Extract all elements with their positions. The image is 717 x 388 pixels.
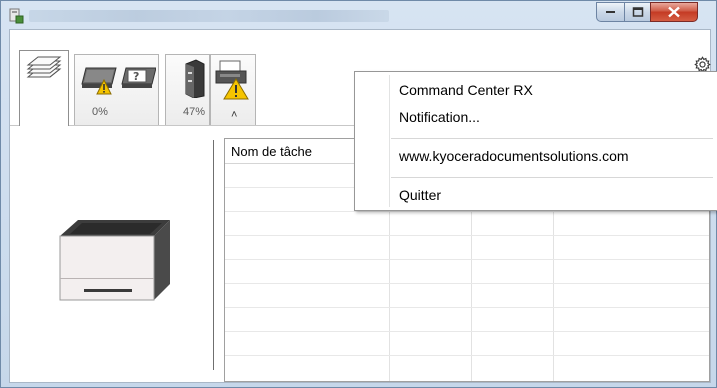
table-row bbox=[225, 211, 709, 212]
table-row bbox=[225, 331, 709, 332]
stack-of-paper-icon bbox=[26, 56, 62, 78]
table-row bbox=[225, 283, 709, 284]
close-icon bbox=[668, 6, 680, 18]
tab-toner[interactable]: 47% bbox=[165, 54, 210, 126]
table-row bbox=[225, 235, 709, 236]
pane-splitter[interactable] bbox=[213, 140, 214, 370]
svg-text:?: ? bbox=[133, 70, 139, 83]
menu-separator bbox=[391, 138, 713, 139]
menu-item-command-center[interactable]: Command Center RX bbox=[399, 82, 533, 98]
paper-tray-icon: ? bbox=[81, 67, 156, 95]
maximize-button[interactable] bbox=[624, 2, 651, 22]
context-menu: Command Center RX Notification... www.ky… bbox=[354, 71, 717, 211]
minimize-icon bbox=[605, 11, 615, 13]
app-window: ? 0% 47% ˄ Nom de tâche Command Center R… bbox=[0, 0, 717, 388]
printer-illustration bbox=[59, 220, 170, 301]
minimize-button[interactable] bbox=[596, 2, 625, 22]
paper-tray-level: 0% bbox=[92, 106, 108, 118]
printer-app-icon bbox=[9, 8, 24, 24]
toner-level: 47% bbox=[183, 106, 206, 118]
menu-item-quit[interactable]: Quitter bbox=[399, 187, 441, 203]
title-bar[interactable] bbox=[1, 1, 716, 30]
tab-paper-tray[interactable]: ? 0% bbox=[74, 54, 159, 126]
window-title-redacted bbox=[29, 10, 389, 22]
table-row bbox=[225, 355, 709, 356]
menu-item-notification[interactable]: Notification... bbox=[399, 109, 480, 125]
close-button[interactable] bbox=[650, 2, 698, 22]
menu-item-website[interactable]: www.kyoceradocumentsolutions.com bbox=[399, 148, 629, 164]
column-header-job-name[interactable]: Nom de tâche bbox=[231, 144, 312, 159]
menu-icon-gutter bbox=[389, 75, 390, 207]
menu-separator bbox=[391, 177, 713, 178]
toner-cartridge-icon bbox=[185, 59, 205, 98]
chevron-up-icon[interactable]: ˄ bbox=[231, 109, 237, 121]
table-row bbox=[225, 307, 709, 308]
printer-warning-icon bbox=[215, 60, 249, 100]
tab-jobs[interactable] bbox=[19, 50, 69, 126]
table-row bbox=[225, 259, 709, 260]
maximize-icon bbox=[632, 7, 643, 17]
